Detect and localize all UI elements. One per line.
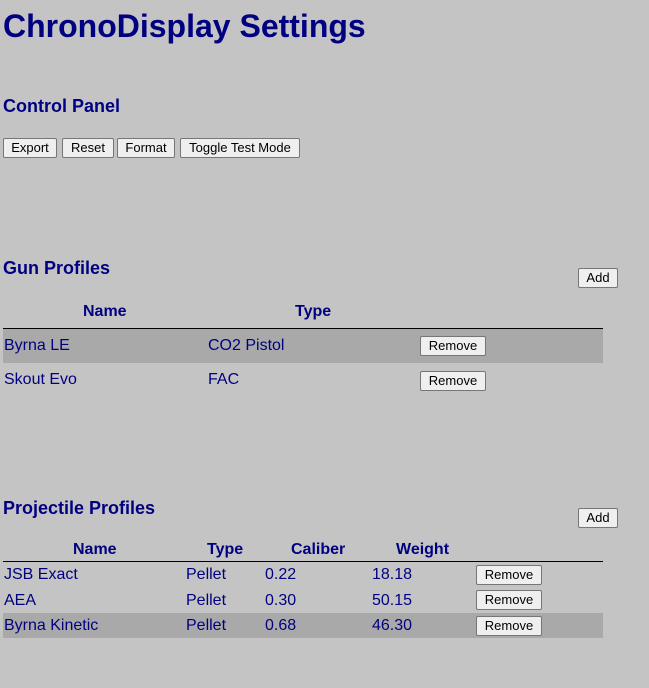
table-row: JSB Exact Pellet 0.22 18.18 Remove xyxy=(3,562,603,587)
format-button[interactable]: Format xyxy=(117,138,175,158)
table-row: Byrna Kinetic Pellet 0.68 46.30 Remove xyxy=(3,613,603,638)
projectile-type-cell: Pellet xyxy=(186,592,227,609)
projectile-profiles-heading: Projectile Profiles xyxy=(3,498,156,518)
gun-column-type: Type xyxy=(295,303,332,320)
gun-profiles-heading: Gun Profiles xyxy=(3,258,111,278)
projectile-type-cell: Pellet xyxy=(186,566,227,583)
projectile-column-type: Type xyxy=(207,541,244,558)
projectile-weight-cell: 50.15 xyxy=(372,592,413,609)
page-title: ChronoDisplay Settings xyxy=(3,8,366,44)
remove-gun-button[interactable]: Remove xyxy=(420,336,486,356)
export-button[interactable]: Export xyxy=(3,138,57,158)
gun-name-cell: Skout Evo xyxy=(4,371,77,388)
projectile-name-cell: Byrna Kinetic xyxy=(4,617,99,634)
reset-button[interactable]: Reset xyxy=(62,138,114,158)
table-row: AEA Pellet 0.30 50.15 Remove xyxy=(3,587,603,613)
gun-type-cell: CO2 Pistol xyxy=(208,337,285,354)
projectile-caliber-cell: 0.68 xyxy=(265,617,297,634)
projectile-type-cell: Pellet xyxy=(186,617,227,634)
projectile-weight-cell: 46.30 xyxy=(372,617,413,634)
projectile-weight-cell: 18.18 xyxy=(372,566,413,583)
projectile-name-cell: AEA xyxy=(4,592,37,609)
table-row: Byrna LE CO2 Pistol Remove xyxy=(3,329,603,363)
projectile-caliber-cell: 0.30 xyxy=(265,592,297,609)
projectile-column-name: Name xyxy=(73,541,117,558)
control-panel-heading: Control Panel xyxy=(3,96,121,116)
gun-type-cell: FAC xyxy=(208,371,240,388)
gun-name-cell: Byrna LE xyxy=(4,337,70,354)
remove-projectile-button[interactable]: Remove xyxy=(476,590,542,610)
add-gun-profile-button[interactable]: Add xyxy=(578,268,618,288)
remove-projectile-button[interactable]: Remove xyxy=(476,616,542,636)
projectile-caliber-cell: 0.22 xyxy=(265,566,297,583)
add-projectile-profile-button[interactable]: Add xyxy=(578,508,618,528)
remove-projectile-button[interactable]: Remove xyxy=(476,565,542,585)
table-row: Skout Evo FAC Remove xyxy=(3,363,603,397)
toggle-test-mode-button[interactable]: Toggle Test Mode xyxy=(180,138,300,158)
projectile-column-weight: Weight xyxy=(396,541,450,558)
projectile-name-cell: JSB Exact xyxy=(4,566,78,583)
remove-gun-button[interactable]: Remove xyxy=(420,371,486,391)
projectile-column-caliber: Caliber xyxy=(291,541,346,558)
projectile-profiles-table: Name Type Caliber Weight JSB Exact Pelle… xyxy=(3,540,603,640)
gun-column-name: Name xyxy=(83,303,127,320)
gun-profiles-table: Name Type Byrna LE CO2 Pistol Remove Sko… xyxy=(3,302,603,394)
